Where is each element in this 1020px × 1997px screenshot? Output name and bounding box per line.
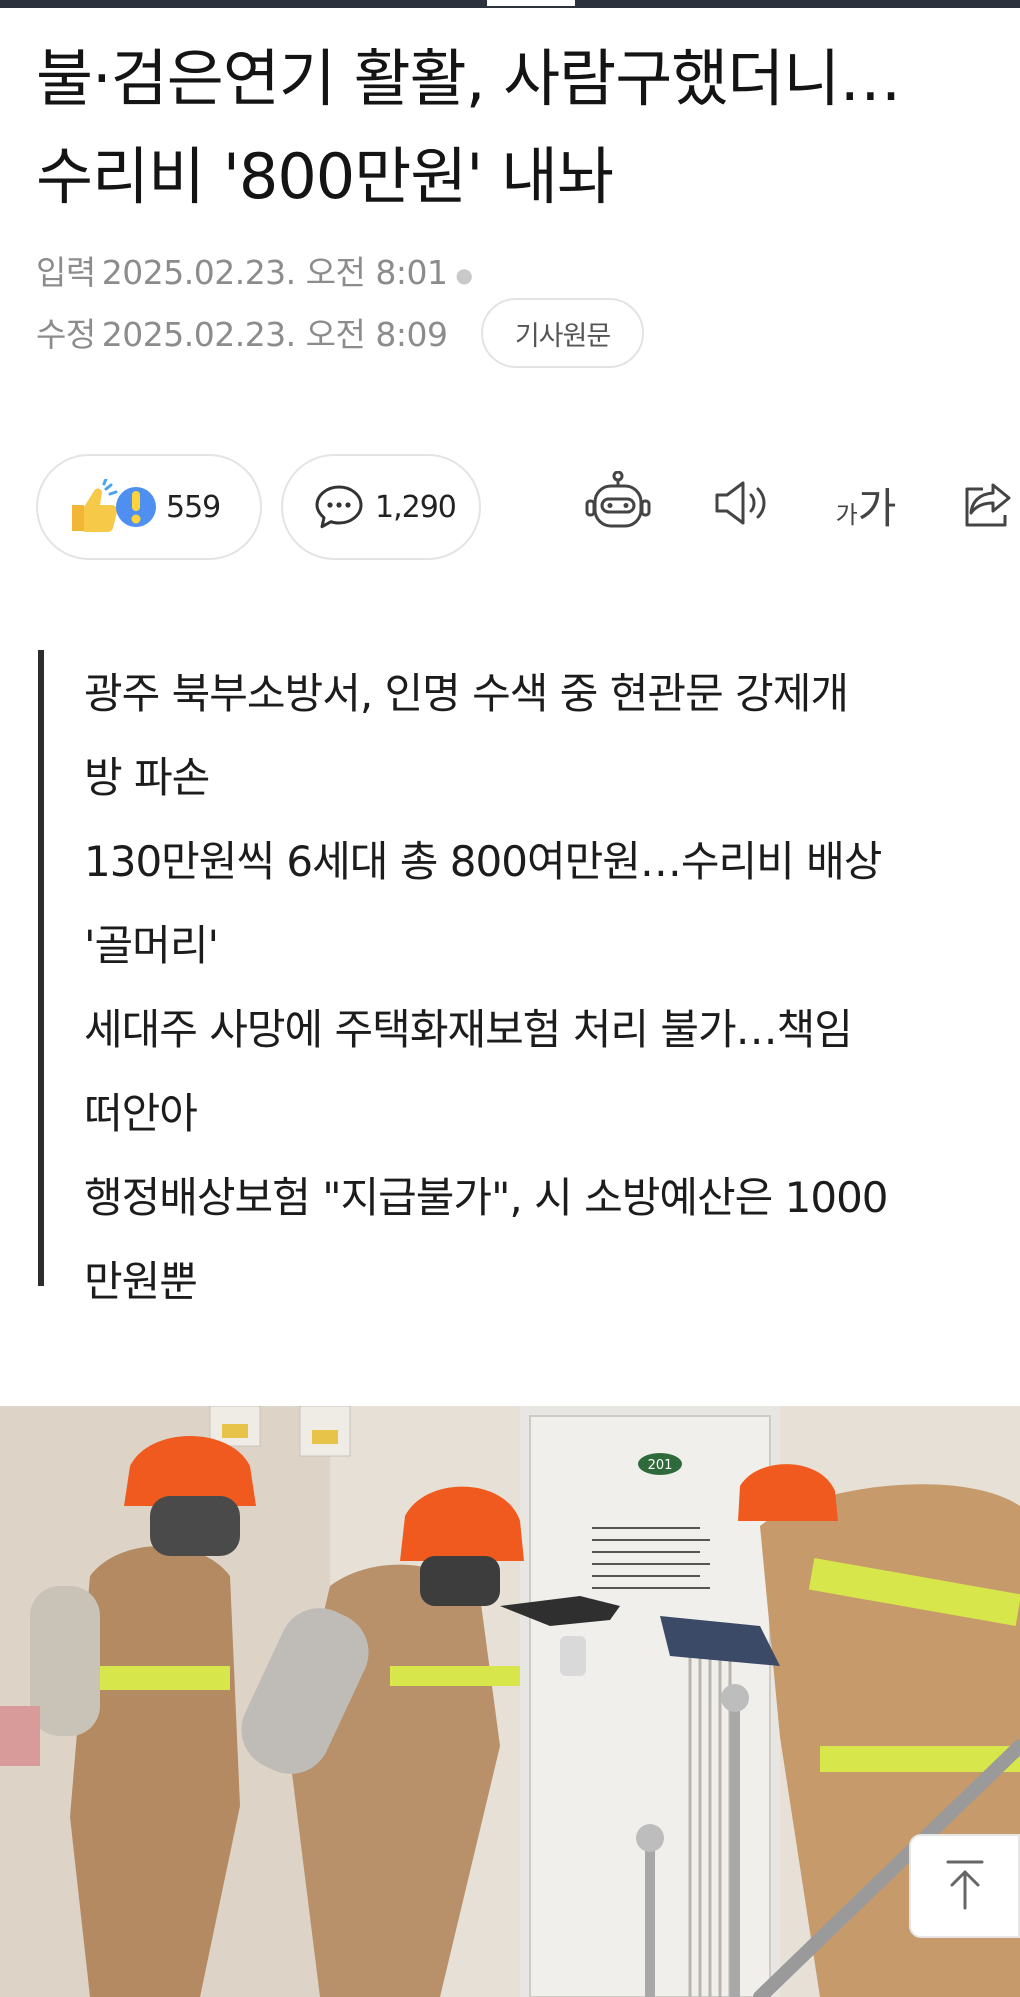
thumbs-up-surprise-icon	[66, 477, 158, 535]
font-big-glyph: 가	[857, 483, 897, 533]
summary-line: 세대주 사망에 주택화재보험 처리 불가…책임	[84, 1005, 853, 1054]
summary-line: 행정배상보험 "지급불가", 시 소방예산은 1000	[84, 1173, 889, 1222]
modified-time: 2025.02.23. 오전 8:09	[101, 315, 448, 354]
input-label: 입력	[36, 253, 96, 292]
scroll-to-top-button[interactable]	[909, 1834, 1020, 1938]
top-progress-bar	[0, 0, 1020, 8]
listen-button[interactable]	[710, 470, 774, 540]
reaction-count: 559	[166, 489, 221, 525]
input-datetime: 입력 2025.02.23. 오전 8:01 ●	[36, 246, 473, 294]
input-time: 2025.02.23. 오전 8:01	[101, 253, 448, 292]
original-article-button[interactable]: 기사원문	[481, 298, 644, 368]
article-summary: 광주 북부소방서, 인명 수색 중 현관문 강제개 방 파손 130만원씩 6세…	[38, 650, 998, 1306]
summary-line: '골머리'	[84, 921, 219, 970]
summary-line: 130만원씩 6세대 총 800여만원…수리비 배상	[84, 837, 882, 886]
headline-line-1: 불·검은연기 활활, 사람구했더니…	[36, 42, 901, 115]
font-size-button[interactable]: 가가	[826, 470, 906, 540]
speech-bubble-icon	[313, 481, 365, 533]
separator-dot: ●	[455, 262, 473, 287]
ai-robot-icon	[583, 470, 653, 539]
reaction-button[interactable]: 559	[36, 454, 262, 560]
comment-count: 1,290	[375, 489, 457, 525]
progress-indicator	[487, 0, 575, 6]
modified-datetime: 수정 2025.02.23. 오전 8:09	[36, 308, 448, 356]
firefighters-illustration: 201	[0, 1406, 1020, 1997]
share-icon	[959, 475, 1019, 535]
ai-summary-button[interactable]	[582, 470, 654, 540]
article-photo: 201	[0, 1406, 1020, 1997]
summary-line: 만원뿐	[84, 1257, 198, 1306]
modified-label: 수정	[36, 315, 96, 354]
summary-line: 방 파손	[84, 753, 210, 802]
door-number: 201	[648, 1458, 673, 1473]
article-headline: 불·검은연기 활활, 사람구했더니… 수리비 '800만원' 내놔	[36, 30, 1020, 226]
arrow-up-top-icon	[940, 1856, 990, 1916]
speaker-icon	[713, 477, 771, 533]
headline-line-2: 수리비 '800만원' 내놔	[36, 140, 614, 213]
summary-line: 떠안아	[84, 1089, 198, 1138]
comment-button[interactable]: 1,290	[281, 454, 481, 560]
share-button[interactable]	[958, 470, 1020, 540]
font-small-glyph: 가	[835, 500, 858, 529]
summary-line: 광주 북부소방서, 인명 수색 중 현관문 강제개	[84, 669, 849, 718]
font-size-icon: 가가	[836, 475, 897, 536]
